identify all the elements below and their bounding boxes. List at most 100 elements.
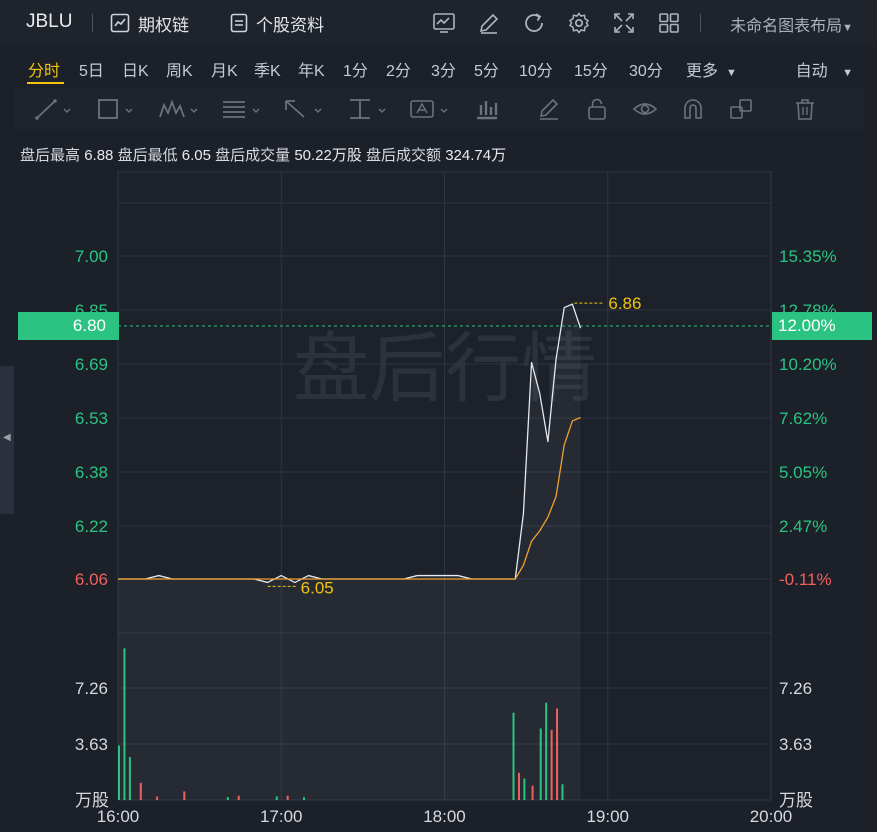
price-tick-label: 6.69: [75, 355, 108, 374]
high-annotation: 6.86: [608, 294, 641, 313]
volume-bar: [303, 797, 306, 800]
volume-tick-label: 3.63: [75, 735, 108, 754]
pct-tick-label: 5.05%: [779, 463, 827, 482]
lock-icon[interactable]: [584, 97, 610, 121]
volume-bar: [226, 797, 229, 800]
tab-timeframe-2[interactable]: 日K: [122, 57, 149, 81]
volume-bar: [123, 648, 126, 800]
price-tick-label: 6.22: [75, 517, 108, 536]
divider: [92, 14, 93, 32]
volume-bar: [523, 778, 526, 800]
draw-icon[interactable]: [477, 11, 501, 35]
settings-icon[interactable]: [567, 11, 591, 35]
tab-timeframe-0[interactable]: 分时: [28, 57, 60, 81]
auto-label: 自动: [795, 63, 828, 80]
fib-icon[interactable]: [220, 97, 264, 121]
high-label: 盘后最高: [20, 147, 81, 164]
volume-bar: [286, 795, 289, 800]
magnet-icon[interactable]: [680, 97, 706, 121]
volume-tick-label-right: 3.63: [779, 735, 812, 754]
volume-label: 盘后成交量: [215, 147, 291, 164]
tab-timeframe-3[interactable]: 周K: [166, 57, 193, 81]
sidebar-collapse-handle[interactable]: ◀: [0, 366, 14, 514]
tab-timeframe-7[interactable]: 1分: [343, 57, 368, 81]
layout-grid-icon[interactable]: [657, 11, 681, 35]
low-label: 盘后最低: [117, 147, 178, 164]
turnover-value: 324.74万: [445, 147, 507, 164]
time-tick-label: 20:00: [750, 807, 793, 826]
time-tick-label: 19:00: [586, 807, 629, 826]
turnover-label: 盘后成交额: [366, 147, 442, 164]
rect-icon[interactable]: [96, 97, 136, 121]
position-icon[interactable]: [474, 97, 500, 121]
volume-bar: [275, 796, 278, 800]
layout-selector[interactable]: 未命名图表布局▼: [730, 12, 853, 36]
measure-icon[interactable]: [346, 97, 390, 121]
document-icon: [230, 13, 248, 33]
stock-profile-label: 个股资料: [256, 15, 324, 35]
pct-tick-label: 2.47%: [779, 517, 827, 536]
price-tick-label: 6.06: [75, 570, 108, 589]
pct-tick-label: 15.35%: [779, 247, 837, 266]
arrow-icon[interactable]: [282, 97, 326, 121]
pct-tick-label: 7.62%: [779, 409, 827, 428]
tab-timeframe-11[interactable]: 10分: [519, 57, 553, 81]
after-hours-summary: 盘后最高 6.88 盘后最低 6.05 盘后成交量 50.22万股 盘后成交额 …: [20, 144, 506, 165]
tab-timeframe-8[interactable]: 2分: [386, 57, 411, 81]
layers-icon[interactable]: [728, 97, 754, 121]
volume-bar: [139, 782, 142, 800]
dropdown-icon: ▼: [842, 22, 853, 34]
tab-timeframe-5[interactable]: 季K: [254, 57, 281, 81]
options-chain-icon: [110, 13, 130, 33]
line-icon[interactable]: [34, 97, 74, 121]
drawing-toolbar: [14, 88, 863, 130]
volume-bar: [550, 729, 553, 800]
options-chain-button[interactable]: 期权链: [110, 9, 189, 37]
tab-timeframe-10[interactable]: 5分: [474, 57, 499, 81]
pattern-icon[interactable]: [158, 97, 202, 121]
trash-icon[interactable]: [792, 97, 818, 121]
symbol-label[interactable]: JBLU: [26, 11, 72, 33]
refresh-icon[interactable]: [522, 11, 546, 35]
eye-icon[interactable]: [632, 97, 658, 121]
tab-timeframe-4[interactable]: 月K: [211, 57, 238, 81]
pen-icon[interactable]: [536, 97, 562, 121]
volume-bar: [183, 791, 186, 800]
volume-bar: [156, 796, 159, 800]
volume-bar: [531, 785, 534, 800]
price-tick-label: 7.00: [75, 247, 108, 266]
volume-bar: [545, 702, 548, 800]
tab-timeframe-9[interactable]: 3分: [431, 57, 456, 81]
active-tab-indicator: [27, 82, 64, 84]
volume-bar: [512, 712, 515, 800]
volume-tick-label: 7.26: [75, 679, 108, 698]
layout-name: 未命名图表布局: [730, 18, 843, 35]
intraday-chart[interactable]: 盘后行情7.006.856.696.536.386.226.0615.35%12…: [0, 170, 877, 832]
volume-bar: [237, 795, 240, 800]
tab-timeframe-1[interactable]: 5日: [79, 57, 104, 81]
more-timeframes-button[interactable]: 更多 ▼: [686, 57, 737, 81]
indicator-icon[interactable]: [432, 11, 456, 35]
timeframe-bar: 自动 ▼ 分时 5日 日K 周K 月K 季K 年K 1分 2分 3分 5分 10分 15分 30分 更多 ▼: [0, 50, 877, 84]
divider: [700, 14, 701, 32]
fullscreen-icon[interactable]: [612, 11, 636, 35]
tab-timeframe-6[interactable]: 年K: [298, 57, 325, 81]
high-value: 6.88: [84, 147, 114, 164]
options-chain-label: 期权链: [138, 15, 189, 35]
auto-scale-selector[interactable]: 自动 ▼: [796, 57, 853, 81]
chevron-down-icon: ▼: [842, 67, 853, 79]
low-value: 6.05: [181, 147, 211, 164]
current-pct-tag: 12.00%: [772, 312, 872, 340]
volume-value: 50.22万股: [294, 147, 362, 164]
tab-timeframe-12[interactable]: 15分: [574, 57, 608, 81]
pct-tick-label: -0.11%: [779, 570, 832, 589]
volume-bar: [539, 728, 542, 800]
pct-tick-label: 10.20%: [779, 355, 837, 374]
time-tick-label: 18:00: [423, 807, 466, 826]
price-tick-label: 6.53: [75, 409, 108, 428]
text-icon[interactable]: [408, 97, 452, 121]
current-price-tag: 6.80: [18, 312, 119, 340]
tab-timeframe-13[interactable]: 30分: [629, 57, 663, 81]
volume-bar: [561, 784, 564, 800]
stock-profile-button[interactable]: 个股资料: [230, 9, 324, 37]
